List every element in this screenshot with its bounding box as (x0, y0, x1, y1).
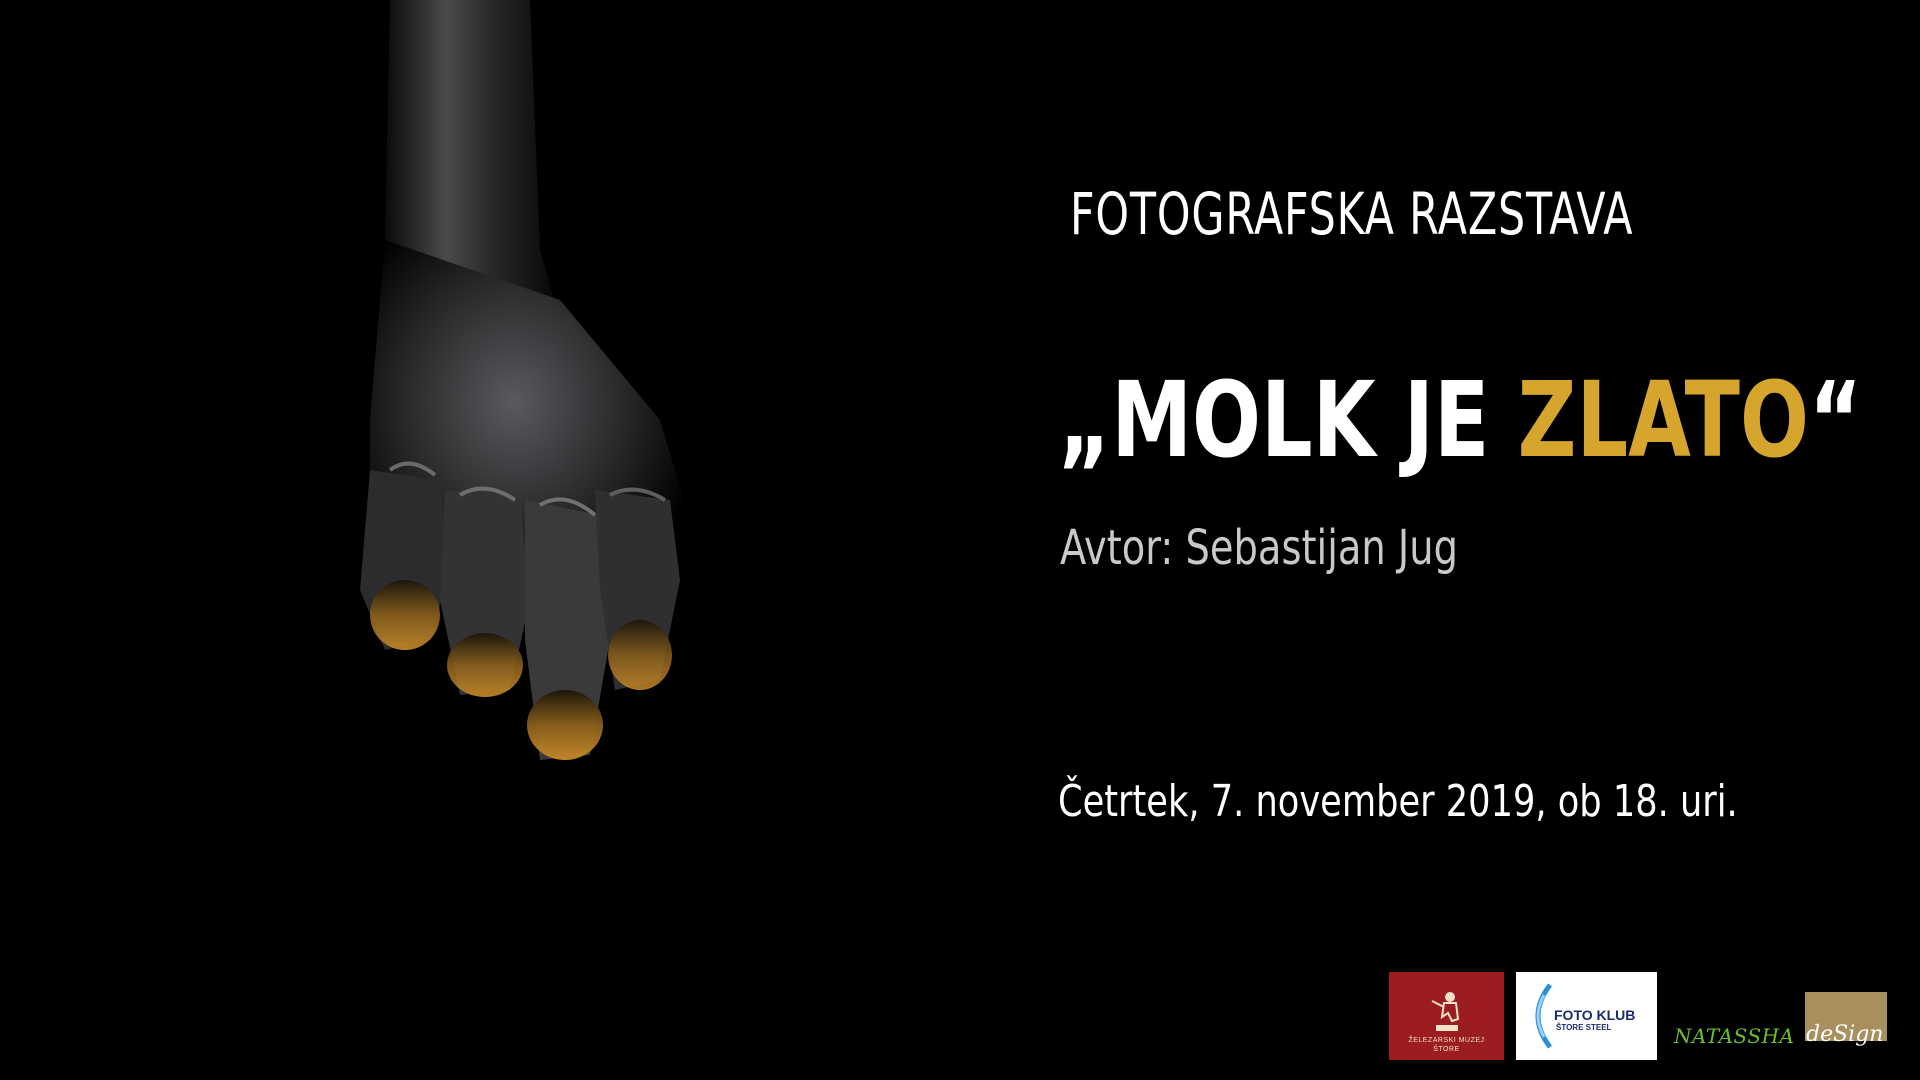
title-suffix: “ (1808, 359, 1863, 481)
blacksmith-icon (1431, 992, 1459, 1032)
foto-klub-sub: ŠTORE STEEL (1556, 1023, 1612, 1032)
foto-klub-title: FOTO KLUB (1554, 1007, 1636, 1023)
design-text: deSign (1806, 1022, 1884, 1047)
event-date: Četrtek, 7. november 2019, ob 18. uri. (1058, 776, 1738, 827)
natassha-text: NATASSHA (1674, 1024, 1795, 1048)
title-prefix: „MOLK JE (1058, 359, 1518, 481)
title-gold-word: ZLATO (1517, 359, 1809, 481)
poster: FOTOGRAFSKA RAZSTAVA „MOLK JE ZLATO“ Avt… (0, 0, 1920, 1080)
museum-logo-line1: ŽELEZARSKI MUZEJ (1408, 1037, 1485, 1045)
exhibition-subtitle: FOTOGRAFSKA RAZSTAVA (1070, 180, 1634, 248)
museum-logo: ŽELEZARSKI MUZEJ ŠTORE (1389, 972, 1504, 1060)
hand-photo (360, 0, 690, 760)
museum-logo-line2: ŠTORE (1433, 1045, 1460, 1053)
natassha-design-logo: NATASSHA deSign (1672, 972, 1890, 1060)
foto-klub-logo: FOTO KLUB ŠTORE STEEL (1516, 972, 1657, 1060)
author-line: Avtor: Sebastijan Jug (1060, 520, 1458, 576)
lens-arc-icon (1535, 983, 1553, 1049)
exhibition-title: „MOLK JE ZLATO“ (1058, 368, 1862, 472)
